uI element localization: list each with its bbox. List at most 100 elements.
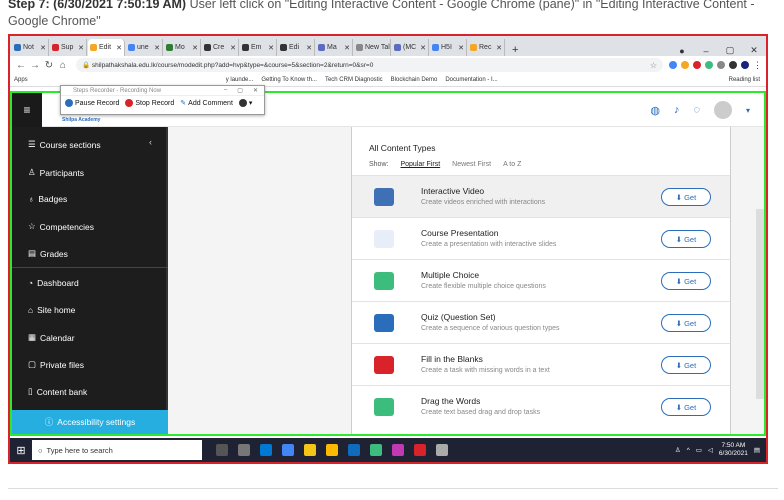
taskbar-search[interactable]: ○ Type here to search (32, 440, 202, 460)
sidebar-item[interactable]: ◔ Dashboard (28, 278, 79, 288)
add-comment-button[interactable]: ✎ Add Comment (180, 99, 233, 108)
pause-record-button[interactable]: Pause Record (65, 99, 119, 107)
clock[interactable]: 7:50 AM 6/30/2021 (719, 442, 748, 458)
profile-icon[interactable]: ● (670, 46, 694, 56)
avatar-icon[interactable] (741, 61, 750, 69)
task-view-icon[interactable] (238, 444, 250, 456)
steps-recorder-icon[interactable] (436, 444, 448, 456)
browser-tab[interactable]: Edi ✕ (278, 39, 315, 56)
bell-icon[interactable]: ♪ (674, 104, 680, 116)
editing-interactive-content-pane[interactable]: ≡ Shilpa Academy ◍ ♪ ◌ ▾ ⓘ Accessibility… (10, 91, 766, 436)
chevron-down-icon[interactable]: ▾ (746, 106, 750, 115)
site-brand[interactable]: Shilpa Academy (62, 117, 100, 123)
bookmark-item[interactable]: Blockchain Demo (391, 77, 438, 83)
menu-icon[interactable]: ⋮ (753, 60, 762, 71)
app-icon[interactable] (370, 444, 382, 456)
forward-icon[interactable]: → (28, 60, 42, 71)
get-button[interactable]: ⬇ Get (661, 272, 711, 290)
browser-tab[interactable]: Mo ✕ (164, 39, 201, 56)
sidebar-item[interactable]: ▢ Private files (28, 359, 84, 370)
tab-close-icon[interactable]: ✕ (192, 44, 198, 52)
sidebar-item[interactable]: ▦ Calendar (28, 332, 75, 343)
extension-icon[interactable] (669, 61, 678, 69)
tab-close-icon[interactable]: ✕ (230, 44, 236, 52)
content-type-row[interactable]: Fill in the Blanks Create a task with mis… (352, 343, 730, 385)
sort-a-to-z[interactable]: A to Z (503, 161, 521, 168)
chevron-left-icon[interactable]: ‹ (149, 137, 152, 147)
tab-close-icon[interactable]: ✕ (78, 44, 84, 52)
content-type-row[interactable]: Drag the Words Create text based drag and… (352, 385, 730, 427)
tab-close-icon[interactable]: ✕ (154, 44, 160, 52)
extension-icon[interactable] (717, 61, 726, 69)
sidebar-item[interactable]: ♁ Badges (28, 194, 67, 204)
store-icon[interactable] (326, 444, 338, 456)
volume-icon[interactable]: ◁ (708, 446, 713, 454)
mic-icon[interactable] (216, 444, 228, 456)
browser-tab[interactable]: Em ✕ (240, 39, 277, 56)
hamburger-icon[interactable]: ≡ (12, 93, 42, 127)
chrome-icon[interactable] (282, 444, 294, 456)
url-field[interactable]: 🔒 shilpathakshala.edu.lk/course/modedit.… (75, 58, 664, 72)
tab-close-icon[interactable]: ✕ (420, 44, 426, 52)
extension-icon[interactable] (705, 61, 714, 69)
stop-record-button[interactable]: Stop Record (125, 99, 174, 107)
tab-close-icon[interactable]: ✕ (496, 44, 502, 52)
browser-tab[interactable]: Sup ✕ (50, 39, 87, 56)
home-icon[interactable]: ⌂ (56, 60, 70, 71)
browser-tab[interactable]: Rec ✕ (468, 39, 505, 56)
get-button[interactable]: ⬇ Get (661, 356, 711, 374)
accessibility-settings-button[interactable]: ⓘ Accessibility settings (12, 410, 168, 434)
help-button[interactable]: ▾ (238, 99, 252, 107)
bookmark-item[interactable]: Getting To Know th... (261, 77, 317, 83)
tab-close-icon[interactable]: ✕ (390, 44, 391, 52)
avatar[interactable] (713, 101, 732, 119)
content-type-row[interactable]: Quiz (Question Set) Create a sequence of … (352, 301, 730, 343)
outlook-icon[interactable] (260, 444, 272, 456)
browser-tab[interactable]: Edit ✕ (88, 39, 125, 56)
content-type-row[interactable]: Interactive Video Create videos enriched … (352, 175, 730, 217)
bookmark-item[interactable]: y launde... (226, 77, 254, 83)
windows-start-icon[interactable]: ⊞ (10, 444, 32, 457)
app-icon[interactable] (414, 444, 426, 456)
browser-tab[interactable]: New Tal✕ (354, 39, 391, 56)
sidebar-item[interactable]: ☰ Course sections (28, 139, 101, 150)
people-icon[interactable]: ♙ (675, 446, 681, 454)
content-scrollbar[interactable] (756, 209, 764, 399)
browser-tab[interactable]: Not ✕ (12, 39, 49, 56)
browser-tab[interactable]: une ✕ (126, 39, 163, 56)
tab-close-icon[interactable]: ✕ (116, 44, 122, 52)
bookmark-item[interactable]: Tech CRM Diagnostic (325, 77, 383, 83)
globe-icon[interactable]: ◍ (650, 104, 660, 117)
minimize-button[interactable]: – (694, 46, 718, 56)
bookmark-apps[interactable]: Apps (14, 77, 28, 83)
sidebar-item[interactable]: ♙ Participants (28, 167, 84, 178)
close-window-button[interactable]: ✕ (742, 45, 766, 56)
bookmark-star-icon[interactable]: ☆ (650, 61, 657, 70)
tab-close-icon[interactable]: ✕ (40, 44, 46, 52)
tab-close-icon[interactable]: ✕ (344, 44, 350, 52)
tab-close-icon[interactable]: ✕ (306, 44, 312, 52)
network-icon[interactable]: ▭ (696, 446, 702, 454)
sidebar-item[interactable]: ▯ Content bank (28, 386, 87, 397)
restore-icon[interactable]: ▢ (237, 87, 243, 94)
edge-icon[interactable] (348, 444, 360, 456)
content-type-row[interactable]: Course Presentation Create a presentation… (352, 217, 730, 259)
close-icon[interactable]: ✕ (253, 87, 258, 94)
extension-icon[interactable] (681, 61, 690, 69)
sidebar-item[interactable]: ⌂ Site home (28, 305, 75, 315)
sort-newest[interactable]: Newest First (452, 161, 491, 168)
sidebar-item[interactable]: ☆ Competencies (28, 221, 94, 232)
explorer-icon[interactable] (304, 444, 316, 456)
reading-list[interactable]: Reading list (729, 77, 766, 83)
tab-close-icon[interactable]: ✕ (268, 44, 274, 52)
minimize-icon[interactable]: – (224, 87, 227, 94)
get-button[interactable]: ⬇ Get (661, 188, 711, 206)
chat-icon[interactable]: ◌ (693, 104, 700, 116)
get-button[interactable]: ⬇ Get (661, 230, 711, 248)
notification-icon[interactable]: ▤ (754, 446, 760, 454)
sidebar-item[interactable]: ▤ Grades (28, 248, 68, 259)
tray-chevron-icon[interactable]: ^ (687, 447, 690, 454)
reload-icon[interactable]: ↻ (42, 60, 56, 71)
bookmark-item[interactable]: Documentation - I... (445, 77, 497, 83)
extension-icon[interactable] (693, 61, 702, 69)
